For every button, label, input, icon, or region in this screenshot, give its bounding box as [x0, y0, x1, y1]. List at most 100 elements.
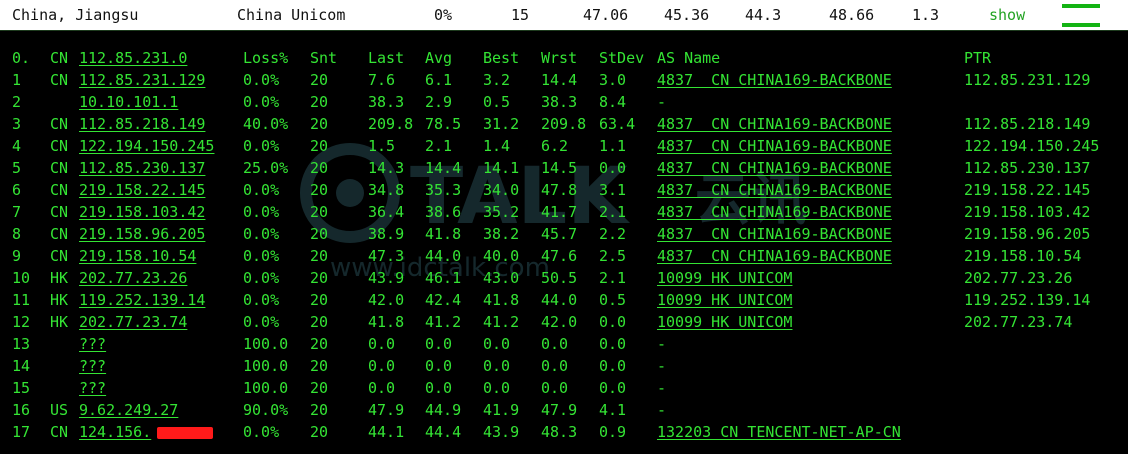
best-value: 0.0: [483, 357, 511, 375]
loss-value: 40.0%: [243, 115, 289, 133]
host-link[interactable]: 219.158.103.42: [79, 201, 205, 223]
wrst-value: 47.8: [541, 181, 578, 199]
last-value: 0.0: [368, 357, 396, 375]
stdev-value: 3.1: [599, 181, 627, 199]
host-link[interactable]: 119.252.139.14: [79, 289, 205, 311]
header-host-link[interactable]: 112.85.231.0: [79, 47, 187, 69]
host-link[interactable]: 112.85.231.129: [79, 69, 205, 91]
host-link[interactable]: ???: [79, 355, 106, 377]
table-row: 8 CN 219.158.96.205 0.0% 20 38.9 41.8 38.2 45.7 2…: [0, 223, 1128, 245]
snt-value: 20: [310, 93, 329, 111]
country-code: US: [50, 401, 69, 419]
host-link[interactable]: 219.158.10.54: [79, 245, 196, 267]
wrst-value: 14.4: [541, 71, 578, 89]
show-link[interactable]: show: [989, 6, 1025, 24]
avg-value: 0.0: [425, 335, 453, 353]
host-link[interactable]: 202.77.23.74: [79, 311, 187, 333]
host-link[interactable]: 10.10.101.1: [79, 91, 178, 113]
loss-value: 100.0: [243, 335, 289, 353]
host-link[interactable]: 202.77.23.26: [79, 267, 187, 289]
as-name-link[interactable]: 10099 HK UNICOM: [657, 267, 792, 289]
host-link[interactable]: 112.85.230.137: [79, 157, 205, 179]
avg-value: 41.2: [425, 313, 462, 331]
last-value: 14.3: [368, 159, 405, 177]
avg-value: 38.6: [425, 203, 462, 221]
as-name-link[interactable]: 4837 CN CHINA169-BACKBONE: [657, 179, 892, 201]
best-value: 41.2: [483, 313, 520, 331]
as-name-link[interactable]: 4837 CN CHINA169-BACKBONE: [657, 157, 892, 179]
avg-value: 14.4: [425, 159, 462, 177]
hop-number: 13: [12, 335, 31, 353]
best-value: 0.5: [483, 93, 511, 111]
as-name-link[interactable]: 4837 CN CHINA169-BACKBONE: [657, 201, 892, 223]
hop-number: 1: [12, 71, 22, 89]
host-link[interactable]: ???: [79, 333, 106, 355]
host-link[interactable]: ???: [79, 377, 106, 399]
table-row: 1 CN 112.85.231.129 0.0% 20 7.6 6.1 3.2 14.4 3.0 4…: [0, 69, 1128, 91]
as-name-link: -: [657, 335, 667, 353]
last-value: 209.8: [368, 115, 414, 133]
snt-value: 20: [310, 401, 329, 419]
stdev-value: 8.4: [599, 93, 627, 111]
country-code: HK: [50, 291, 69, 309]
as-name-link[interactable]: 4837 CN CHINA169-BACKBONE: [657, 223, 892, 245]
stdev-value: 0.0: [599, 357, 627, 375]
best-value: 0.0: [483, 379, 511, 397]
best-value: 0.0: [483, 335, 511, 353]
hop-number: 12: [12, 313, 31, 331]
host-link[interactable]: 219.158.96.205: [79, 223, 205, 245]
as-name-link[interactable]: 10099 HK UNICOM: [657, 311, 792, 333]
snt-value: 20: [310, 181, 329, 199]
host-link[interactable]: 9.62.249.27: [79, 399, 178, 421]
as-name-link[interactable]: 132203 CN TENCENT-NET-AP-CN: [657, 421, 901, 443]
hop-number: 6: [12, 181, 22, 199]
stdev-value: 0.9: [599, 423, 627, 441]
last-value: 47.3: [368, 247, 405, 265]
as-name-link[interactable]: 4837 CN CHINA169-BACKBONE: [657, 69, 892, 91]
host-link[interactable]: 219.158.22.145: [79, 179, 205, 201]
loss-value: 100.0: [243, 379, 289, 397]
table-row: 7 CN 219.158.103.42 0.0% 20 36.4 38.6 35.2 41.7 2…: [0, 201, 1128, 223]
snt-value: 20: [310, 313, 329, 331]
last-value: 44.1: [368, 423, 405, 441]
avg-value: 44.9: [425, 401, 462, 419]
ptr-value: 112.85.231.129: [964, 71, 1091, 89]
ptr-value: 219.158.10.54: [964, 247, 1082, 265]
stdev-value: 2.1: [599, 203, 627, 221]
loss-value: 0.0%: [243, 291, 280, 309]
table-row: 14??? 100.0 20 0.0 0.0 0.0 0.0 0.0 -: [0, 355, 1128, 377]
last-value: 36.4: [368, 203, 405, 221]
wrst-value: 50.5: [541, 269, 578, 287]
loss-value: 0.0%: [243, 247, 280, 265]
ptr-value: 219.158.103.42: [964, 203, 1091, 221]
header-hop: 0.: [12, 49, 31, 67]
avg-value: 2.1: [425, 137, 453, 155]
country-code: HK: [50, 313, 69, 331]
snt-value: 20: [310, 159, 329, 177]
snt-value: 20: [310, 247, 329, 265]
as-name-link[interactable]: 4837 CN CHINA169-BACKBONE: [657, 245, 892, 267]
snt-value: 20: [310, 269, 329, 287]
stdev-value: 1.1: [599, 137, 627, 155]
table-row: 2 10.10.101.1 0.0% 20 38.3 2.9 0.5 38.3 8.4 -: [0, 91, 1128, 113]
summary-avg: 45.36: [664, 6, 710, 24]
best-value: 14.1: [483, 159, 520, 177]
as-name-link[interactable]: 4837 CN CHINA169-BACKBONE: [657, 135, 892, 157]
host-link[interactable]: 124.156.: [79, 421, 151, 443]
hop-number: 4: [12, 137, 22, 155]
summary-location: China, Jiangsu: [12, 6, 139, 24]
loss-value: 0.0%: [243, 203, 280, 221]
hop-number: 5: [12, 159, 22, 177]
host-link[interactable]: 112.85.218.149: [79, 113, 205, 135]
snt-value: 20: [310, 357, 329, 375]
as-name-link[interactable]: 4837 CN CHINA169-BACKBONE: [657, 113, 892, 135]
header-best: Best: [483, 49, 520, 67]
loss-value: 0.0%: [243, 225, 280, 243]
snt-value: 20: [310, 137, 329, 155]
best-value: 41.9: [483, 401, 520, 419]
table-row: 4 CN 122.194.150.245 0.0% 20 1.5 2.1 1.4 6.2 1.1 4…: [0, 135, 1128, 157]
wrst-value: 14.5: [541, 159, 578, 177]
header-loss: Loss%: [243, 49, 289, 67]
host-link[interactable]: 122.194.150.245: [79, 135, 214, 157]
as-name-link[interactable]: 10099 HK UNICOM: [657, 289, 792, 311]
